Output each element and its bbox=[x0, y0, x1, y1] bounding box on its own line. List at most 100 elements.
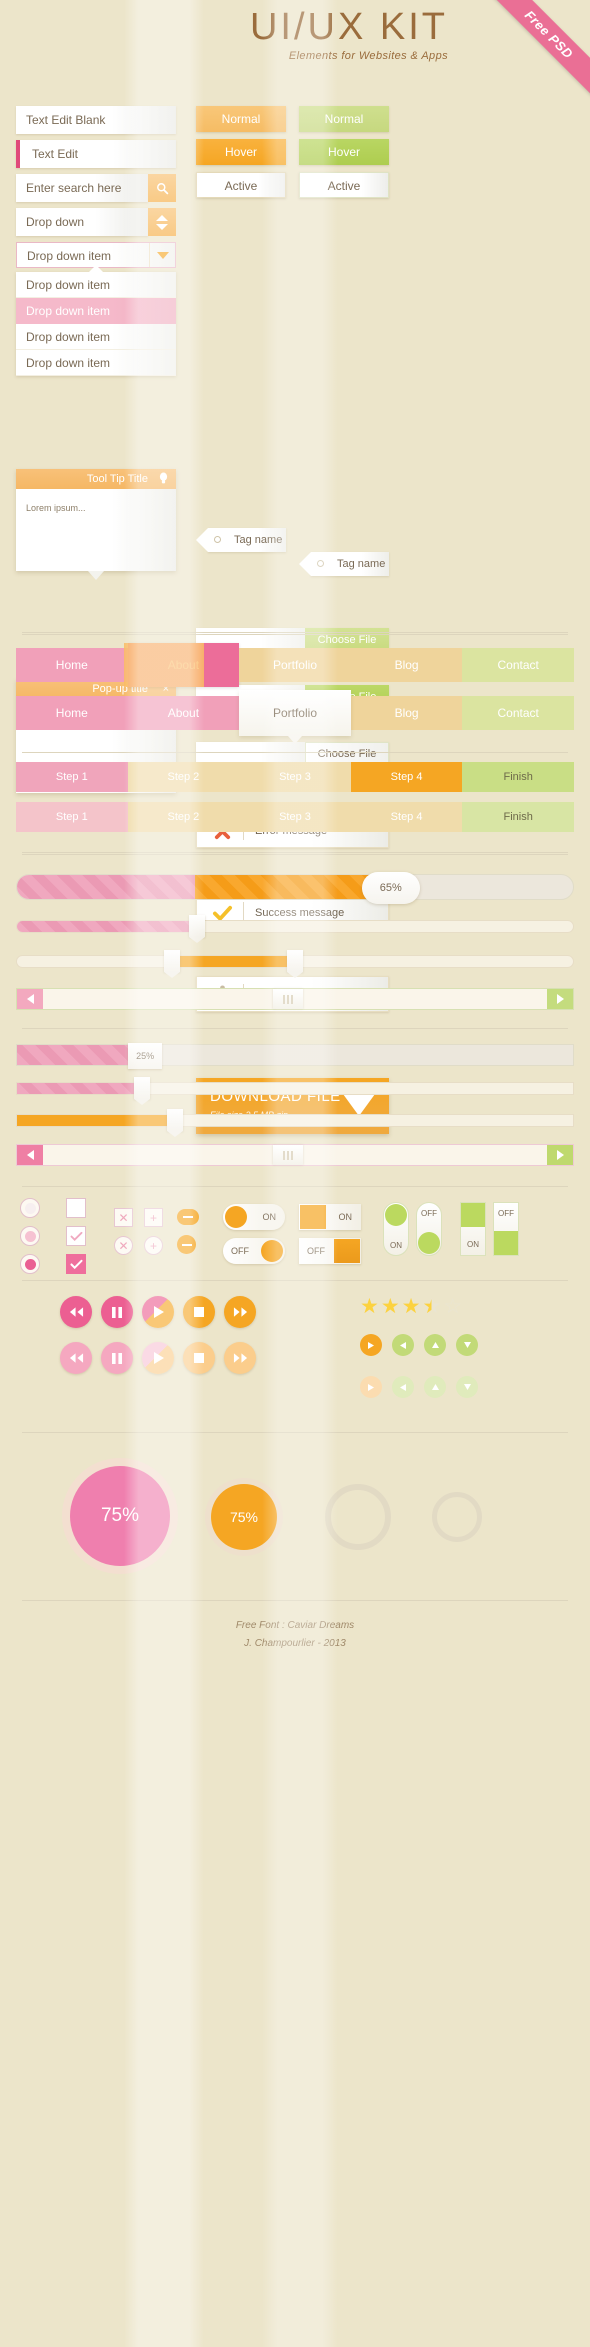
play-left-icon[interactable] bbox=[392, 1376, 414, 1398]
play-icon[interactable] bbox=[142, 1342, 174, 1374]
slider-handle[interactable] bbox=[133, 1077, 150, 1105]
star-icon[interactable]: ★ bbox=[402, 1296, 421, 1317]
slider-single-orange[interactable] bbox=[16, 1109, 574, 1137]
green-button-hover[interactable]: Hover bbox=[299, 139, 389, 165]
play-up-icon[interactable] bbox=[424, 1376, 446, 1398]
nav2-item-contact[interactable]: Contact bbox=[462, 696, 574, 730]
progress-bar-small[interactable]: 25% bbox=[16, 1043, 574, 1069]
stop-icon[interactable] bbox=[183, 1296, 215, 1328]
arrow-right-icon[interactable] bbox=[547, 989, 573, 1009]
rewind-icon[interactable] bbox=[60, 1296, 92, 1328]
toggle-round-off[interactable]: OFF bbox=[223, 1238, 285, 1264]
arrow-left-icon[interactable] bbox=[17, 989, 43, 1009]
fast-forward-icon[interactable] bbox=[224, 1342, 256, 1374]
step2-finish[interactable]: Finish bbox=[462, 802, 574, 832]
checkbox-checked-filled[interactable] bbox=[66, 1254, 86, 1274]
play-up-icon[interactable] bbox=[424, 1334, 446, 1356]
scrollbar-pink[interactable] bbox=[16, 1144, 574, 1166]
nav2-item-portfolio[interactable]: Portfolio bbox=[239, 690, 351, 744]
tag-chip-1[interactable]: Tag name bbox=[196, 528, 286, 552]
orange-button-hover[interactable]: Hover bbox=[196, 139, 286, 165]
search-input[interactable]: Enter search here bbox=[16, 174, 148, 202]
nav2-item-about[interactable]: About bbox=[127, 696, 240, 730]
search-field-group[interactable]: Enter search here bbox=[16, 174, 176, 202]
green-button-normal[interactable]: Normal bbox=[299, 106, 389, 132]
slider-single-pink[interactable] bbox=[16, 915, 574, 943]
stop-icon[interactable] bbox=[183, 1342, 215, 1374]
minus-circle-icon[interactable] bbox=[177, 1235, 196, 1254]
step2-1[interactable]: Step 1 bbox=[16, 802, 128, 832]
play-right-icon[interactable] bbox=[360, 1376, 382, 1398]
plus-icon[interactable]: + bbox=[144, 1208, 163, 1227]
step-2[interactable]: Step 2 bbox=[127, 762, 240, 792]
star-empty-icon[interactable]: ☆ bbox=[443, 1296, 462, 1317]
dropdown-open-list[interactable]: Drop down item Drop down item Drop down it… bbox=[16, 265, 176, 376]
toggle-square-off[interactable]: OFF bbox=[299, 1238, 361, 1264]
play-down-icon[interactable] bbox=[456, 1334, 478, 1356]
nav-item-contact[interactable]: Contact bbox=[462, 648, 574, 682]
slider-single-pink-2[interactable] bbox=[16, 1077, 574, 1105]
play-icon[interactable] bbox=[142, 1296, 174, 1328]
step2-3[interactable]: Step 3 bbox=[239, 802, 351, 832]
pause-icon[interactable] bbox=[101, 1342, 133, 1374]
slider-handle-low[interactable] bbox=[164, 950, 181, 978]
step-finish[interactable]: Finish bbox=[462, 762, 574, 792]
star-icon[interactable]: ★ bbox=[360, 1296, 379, 1317]
nav-item-portfolio[interactable]: Portfolio bbox=[239, 648, 351, 682]
slider-handle[interactable] bbox=[167, 1109, 184, 1137]
vtoggle-square-off[interactable]: OFF bbox=[493, 1202, 519, 1256]
nav-item-home[interactable]: Home bbox=[16, 648, 128, 682]
star-icon[interactable]: ★ bbox=[381, 1296, 400, 1317]
x-circle-icon[interactable]: ✕ bbox=[114, 1236, 133, 1255]
arrow-right-icon[interactable] bbox=[547, 1145, 573, 1165]
green-button-active[interactable]: Active bbox=[299, 172, 389, 198]
tag-chip-2[interactable]: Tag name bbox=[299, 552, 389, 576]
orange-button-normal[interactable]: Normal bbox=[196, 106, 286, 132]
step-3[interactable]: Step 3 bbox=[239, 762, 351, 792]
scrollbar-thumb[interactable] bbox=[272, 1145, 303, 1165]
chevron-down-icon[interactable] bbox=[149, 243, 175, 267]
slider-handle-high[interactable] bbox=[286, 950, 303, 978]
nav2-item-blog[interactable]: Blog bbox=[350, 696, 463, 730]
scrollbar-thumb[interactable] bbox=[272, 989, 303, 1009]
orange-button-active[interactable]: Active bbox=[196, 172, 286, 198]
pause-icon[interactable] bbox=[101, 1296, 133, 1328]
plus-circle-icon[interactable]: + bbox=[144, 1236, 163, 1255]
step2-2[interactable]: Step 2 bbox=[127, 802, 240, 832]
checkbox-empty[interactable] bbox=[66, 1198, 86, 1218]
minus-pill-icon[interactable] bbox=[177, 1209, 199, 1225]
radio-filled[interactable] bbox=[20, 1254, 40, 1274]
step-1[interactable]: Step 1 bbox=[16, 762, 128, 792]
step-4[interactable]: Step 4 bbox=[350, 762, 463, 792]
rating-stars[interactable]: ★ ★ ★ ★ ☆ bbox=[360, 1296, 462, 1317]
dropdown-value[interactable]: Drop down bbox=[16, 208, 148, 236]
vtoggle-square-on[interactable]: ON bbox=[460, 1202, 486, 1256]
dropdown-list-item[interactable]: Drop down item bbox=[16, 272, 176, 298]
radio-light[interactable] bbox=[20, 1226, 40, 1246]
vtoggle-round-on[interactable]: ON bbox=[383, 1202, 409, 1256]
play-down-icon[interactable] bbox=[456, 1376, 478, 1398]
checkbox-checked-light[interactable] bbox=[66, 1226, 86, 1246]
radio-empty[interactable] bbox=[20, 1198, 40, 1218]
toggle-round-on[interactable]: ON bbox=[223, 1204, 285, 1230]
star-half-icon[interactable]: ★ bbox=[422, 1296, 441, 1317]
x-icon[interactable]: ✕ bbox=[114, 1208, 133, 1227]
scrollbar-green[interactable] bbox=[16, 988, 574, 1010]
arrow-left-icon[interactable] bbox=[17, 1145, 43, 1165]
fast-forward-icon[interactable] bbox=[224, 1296, 256, 1328]
nav-item-blog[interactable]: Blog bbox=[350, 648, 463, 682]
rewind-icon[interactable] bbox=[60, 1342, 92, 1374]
step2-4[interactable]: Step 4 bbox=[350, 802, 463, 832]
dropdown-list-item[interactable]: Drop down item bbox=[16, 298, 176, 324]
play-left-icon[interactable] bbox=[392, 1334, 414, 1356]
slider-handle[interactable] bbox=[189, 915, 206, 943]
progress-bar-main[interactable]: 65% bbox=[16, 872, 574, 904]
dropdown-spinner-group[interactable]: Drop down bbox=[16, 208, 176, 236]
toggle-square-on[interactable]: ON bbox=[299, 1204, 361, 1230]
dropdown-list-item[interactable]: Drop down item bbox=[16, 324, 176, 350]
slider-range-orange[interactable] bbox=[16, 950, 574, 978]
text-edit-blank-input[interactable]: Text Edit Blank bbox=[16, 106, 176, 134]
nav2-item-home[interactable]: Home bbox=[16, 696, 128, 730]
vtoggle-round-off[interactable]: OFF bbox=[416, 1202, 442, 1256]
up-down-arrows-icon[interactable] bbox=[148, 208, 176, 236]
